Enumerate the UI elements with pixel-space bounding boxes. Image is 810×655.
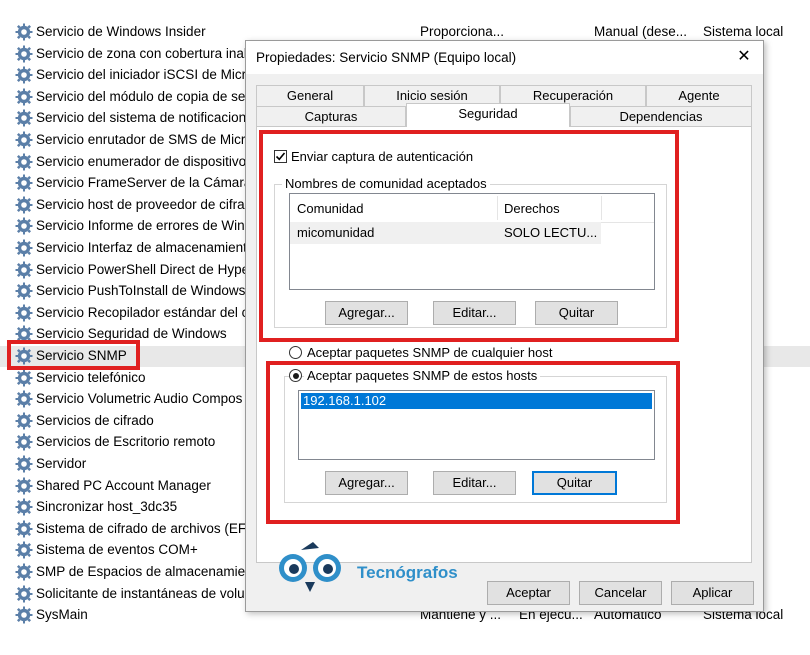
service-name: Servicio host de proveedor de cifrad [36,196,253,212]
service-logon: Sistema local [703,24,784,39]
service-name: SysMain [36,607,88,623]
service-gear-icon [15,369,33,387]
service-gear-icon [15,390,33,408]
auth-trap-label: Enviar captura de autenticación [291,149,474,164]
service-gear-icon [15,261,33,279]
edit-community-button[interactable]: Editar... [433,301,516,325]
ok-button[interactable]: Aceptar [487,581,570,605]
service-name: Servicios de Escritorio remoto [36,434,216,450]
service-gear-icon [15,325,33,343]
host-address: 192.168.1.102 [303,393,387,408]
service-name: Sistema de cifrado de archivos (EFS [36,520,256,536]
tab-seguridad[interactable]: Seguridad [406,103,570,127]
any-host-radio[interactable] [289,346,302,359]
service-name: Servicio enrutador de SMS de Micro [36,132,253,147]
dialog-titlebar: Propiedades: Servicio SNMP (Equipo local… [246,41,763,74]
service-name: Servicio PowerShell Direct de Hyper [36,261,254,277]
service-gear-icon [15,433,33,451]
service-gear-icon [15,304,33,322]
service-gear-icon [15,520,33,538]
close-icon[interactable]: ✕ [731,45,757,69]
service-name: Servicio de Windows Insider [36,24,206,39]
cancel-button[interactable]: Cancelar [579,581,662,605]
these-hosts-radio[interactable] [289,369,302,382]
service-name: Servicio telefónico [36,369,146,385]
service-gear-icon [15,23,33,41]
service-name: Servicio PushToInstall de Windows [36,283,246,299]
service-gear-icon [15,66,33,84]
service-gear-icon [15,498,33,516]
service-gear-icon [15,239,33,257]
service-name: Servicio Informe de errores de Wind [36,218,253,234]
service-name: Servicio Volumetric Audio Compos [36,391,243,407]
service-gear-icon [15,131,33,149]
auth-trap-checkbox[interactable] [274,150,287,163]
service-gear-icon [15,88,33,106]
service-name: SMP de Espacios de almacenamien [36,564,253,579]
service-name: Shared PC Account Manager [36,477,211,493]
any-host-label: Aceptar paquetes SNMP de cualquier host [307,345,553,360]
community-name: micomunidad [297,225,375,240]
tab-capturas[interactable]: Capturas [256,106,406,127]
these-hosts-label: Aceptar paquetes SNMP de estos hosts [304,368,541,383]
service-name: Sistema de eventos COM+ [36,542,198,558]
service-name: Servicio del sistema de notificacion [36,110,247,126]
service-name: Servicio enumerador de dispositivo [36,153,247,169]
service-name: Servicio del módulo de copia de se [36,88,246,104]
community-listview[interactable]: Comunidad Derechos micomunidad SOLO LECT… [289,193,655,290]
service-gear-icon [15,109,33,127]
service-gear-icon [15,282,33,300]
column-derechos[interactable]: Derechos [504,201,560,216]
service-gear-icon [15,585,33,603]
service-gear-icon [15,196,33,214]
service-name: Servicio del iniciador iSCSI de Micro [36,67,254,83]
community-row[interactable]: micomunidad SOLO LECTU... [290,222,601,244]
service-name: Servidor [36,456,87,471]
tab-dependencias[interactable]: Dependencias [570,106,752,127]
service-gear-icon [15,606,33,624]
service-name: Solicitante de instantáneas de volur [36,585,250,601]
service-gear-icon [15,563,33,581]
remove-community-button[interactable]: Quitar [535,301,618,325]
service-gear-icon [15,153,33,171]
apply-button[interactable]: Aplicar [671,581,754,605]
service-gear-icon [15,217,33,235]
service-gear-icon [15,347,33,365]
service-gear-icon [15,45,33,63]
tab-general[interactable]: General [256,85,364,106]
host-item[interactable]: 192.168.1.102 [301,393,652,409]
service-gear-icon [15,455,33,473]
community-rights: SOLO LECTU... [504,225,598,240]
watermark-text: Tecnógrafos [357,563,458,582]
add-community-button[interactable]: Agregar... [325,301,408,325]
service-name: Servicio de zona con cobertura inal [36,45,247,61]
dialog-title: Propiedades: Servicio SNMP (Equipo local… [256,50,517,65]
service-name: Servicio FrameServer de la Cámara [36,175,252,191]
service-name: Servicio SNMP [36,348,127,363]
service-gear-icon [15,477,33,495]
service-name: Servicio Recopilador estándar del c [36,304,249,320]
edit-host-button[interactable]: Editar... [433,471,516,495]
service-gear-icon [15,174,33,192]
properties-dialog: Propiedades: Servicio SNMP (Equipo local… [245,40,764,612]
remove-host-button[interactable]: Quitar [532,471,617,495]
community-header: Comunidad Derechos [290,194,654,223]
service-gear-icon [15,412,33,430]
service-description: Proporciona... [420,24,505,39]
service-gear-icon [15,541,33,559]
service-name: Sincronizar host_3dc35 [36,499,178,515]
service-name: Servicio Interfaz de almacenamient [36,240,247,255]
community-group-title: Nombres de comunidad aceptados [282,176,490,191]
check-icon [275,152,286,161]
service-name: Servicios de cifrado [36,412,154,428]
service-startup-type: Manual (dese... [594,24,688,39]
tab-agente[interactable]: Agente [646,85,752,106]
add-host-button[interactable]: Agregar... [325,471,408,495]
column-comunidad[interactable]: Comunidad [297,201,364,216]
service-name: Servicio Seguridad de Windows [36,326,227,342]
hosts-listview[interactable]: 192.168.1.102 [298,390,655,460]
